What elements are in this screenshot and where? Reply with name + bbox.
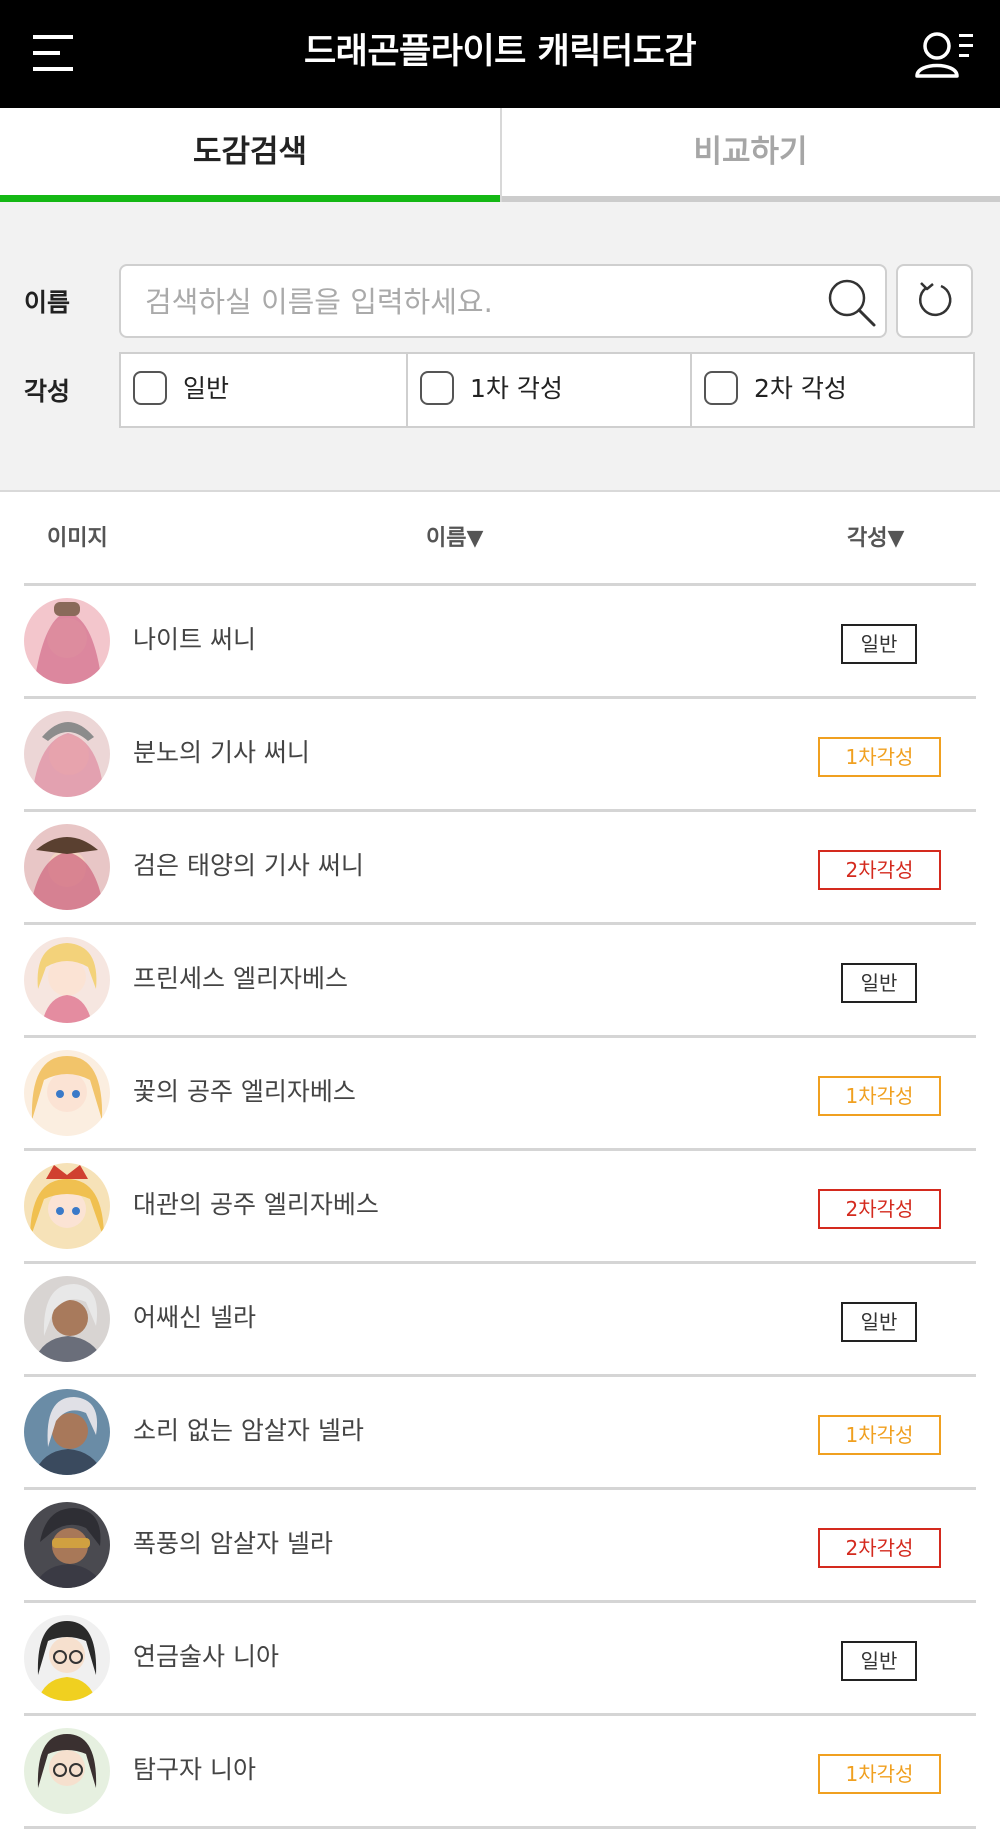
filter-panel: 이름 각성 일반 1차 각성 2차 각성 xyxy=(0,202,1000,492)
character-avatar xyxy=(24,1389,110,1475)
option-label: 일반 xyxy=(183,374,230,403)
awakening-option-first[interactable]: 1차 각성 xyxy=(408,354,690,426)
column-header-name-sort[interactable]: 이름▼ xyxy=(426,520,483,552)
character-name: 소리 없는 암살자 넬라 xyxy=(133,1416,364,1445)
awakening-badge: 2차각성 xyxy=(818,850,941,890)
reset-button[interactable] xyxy=(896,264,973,338)
name-filter-label: 이름 xyxy=(24,288,71,317)
character-name: 연금술사 니아 xyxy=(133,1642,279,1671)
search-box xyxy=(119,264,887,338)
awakening-options: 일반 1차 각성 2차 각성 xyxy=(119,352,975,428)
awakening-badge: 1차각성 xyxy=(818,1754,941,1794)
awakening-badge: 일반 xyxy=(841,624,917,664)
character-avatar xyxy=(24,1163,110,1249)
awakening-filter-label: 각성 xyxy=(24,377,71,406)
list-item[interactable]: 소리 없는 암살자 넬라 1차각성 xyxy=(24,1377,976,1490)
character-name: 폭풍의 암살자 넬라 xyxy=(133,1529,333,1558)
awakening-badge: 2차각성 xyxy=(818,1189,941,1229)
app-header: 드래곤플라이트 캐릭터도감 xyxy=(0,0,1000,108)
character-name: 프린세스 엘리자베스 xyxy=(133,964,348,993)
list-item[interactable]: 검은 태양의 기사 써니 2차각성 xyxy=(24,812,976,925)
user-list-icon[interactable] xyxy=(915,30,975,80)
character-avatar xyxy=(24,1050,110,1136)
awakening-badge: 1차각성 xyxy=(818,1415,941,1455)
character-avatar xyxy=(24,937,110,1023)
list-item[interactable]: 연금술사 니아 일반 xyxy=(24,1603,976,1716)
awakening-option-second[interactable]: 2차 각성 xyxy=(692,354,973,426)
list-item[interactable]: 프린세스 엘리자베스 일반 xyxy=(24,925,976,1038)
list-item[interactable]: 분노의 기사 써니 1차각성 xyxy=(24,699,976,812)
character-name: 분노의 기사 써니 xyxy=(133,738,310,767)
character-avatar xyxy=(24,598,110,684)
search-icon[interactable] xyxy=(826,277,878,329)
character-avatar xyxy=(24,824,110,910)
character-avatar xyxy=(24,711,110,797)
option-label: 2차 각성 xyxy=(754,374,847,403)
tab-search[interactable]: 도감검색 xyxy=(0,108,500,202)
tab-divider xyxy=(500,108,502,202)
awakening-badge: 일반 xyxy=(841,963,917,1003)
list-item[interactable]: 어쌔신 넬라 일반 xyxy=(24,1264,976,1377)
character-name: 탐구자 니아 xyxy=(133,1755,256,1784)
character-name: 검은 태양의 기사 써니 xyxy=(133,851,364,880)
tab-compare[interactable]: 비교하기 xyxy=(501,108,1000,202)
character-name: 나이트 써니 xyxy=(133,625,256,654)
character-avatar xyxy=(24,1615,110,1701)
checkbox[interactable] xyxy=(420,371,454,405)
checkbox[interactable] xyxy=(704,371,738,405)
character-avatar xyxy=(24,1728,110,1814)
option-label: 1차 각성 xyxy=(470,374,563,403)
awakening-badge: 1차각성 xyxy=(818,737,941,777)
list-item[interactable]: 대관의 공주 엘리자베스 2차각성 xyxy=(24,1151,976,1264)
refresh-icon xyxy=(919,282,952,317)
page-title: 드래곤플라이트 캐릭터도감 xyxy=(303,32,697,72)
list-item[interactable]: 나이트 써니 일반 xyxy=(24,586,976,699)
character-name: 꽃의 공주 엘리자베스 xyxy=(133,1077,356,1106)
character-name: 대관의 공주 엘리자베스 xyxy=(133,1190,379,1219)
list-item[interactable]: 폭풍의 암살자 넬라 2차각성 xyxy=(24,1490,976,1603)
column-header-awakening-sort[interactable]: 각성▼ xyxy=(847,520,904,552)
awakening-badge: 2차각성 xyxy=(818,1528,941,1568)
search-input[interactable] xyxy=(143,266,797,338)
list-item[interactable]: 꽃의 공주 엘리자베스 1차각성 xyxy=(24,1038,976,1151)
column-header-image: 이미지 xyxy=(47,526,108,551)
character-avatar xyxy=(24,1276,110,1362)
awakening-option-general[interactable]: 일반 xyxy=(121,354,406,426)
list-item[interactable]: 탐구자 니아 1차각성 xyxy=(24,1716,976,1829)
character-name: 어쌔신 넬라 xyxy=(133,1303,256,1332)
awakening-badge: 1차각성 xyxy=(818,1076,941,1116)
character-avatar xyxy=(24,1502,110,1588)
checkbox[interactable] xyxy=(133,371,167,405)
awakening-badge: 일반 xyxy=(841,1302,917,1342)
awakening-badge: 일반 xyxy=(841,1641,917,1681)
